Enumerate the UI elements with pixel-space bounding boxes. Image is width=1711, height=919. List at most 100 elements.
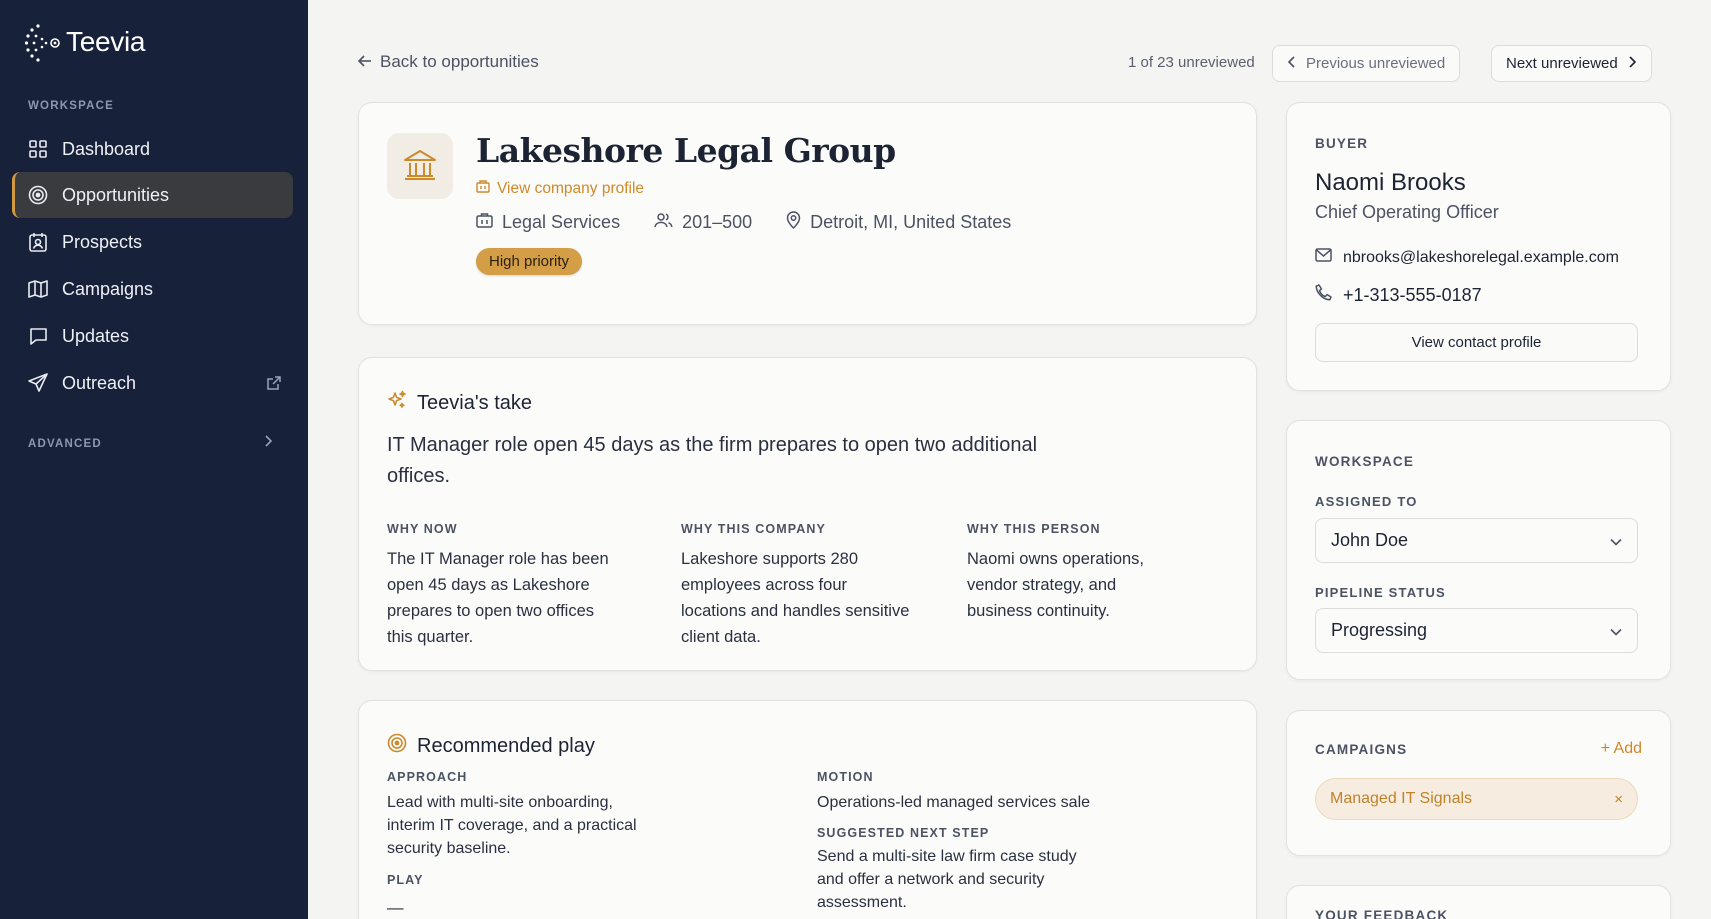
chevron-right-icon[interactable]: [263, 434, 273, 452]
why-this-person-label: WHY THIS PERSON: [967, 522, 1101, 536]
employees-value: 201–500: [682, 212, 753, 232]
sidebar-item-prospects[interactable]: Prospects: [12, 219, 293, 265]
building-icon: [476, 179, 490, 198]
campaigns-card: CAMPAIGNS + Add Managed IT Signals ×: [1286, 710, 1671, 856]
sidebar-item-dashboard[interactable]: Dashboard: [12, 126, 293, 172]
external-link-icon: [267, 374, 281, 395]
motion-text: Operations-led managed services sale: [817, 794, 1091, 811]
chevron-down-icon: [1610, 620, 1622, 641]
company-name: Lakeshore Legal Group: [476, 131, 896, 170]
main-content: Back to opportunities 1 of 23 unreviewed…: [308, 0, 1711, 919]
approach-text: Lead with multi-site onboarding, interim…: [387, 794, 637, 857]
take-header: Teevia's take: [387, 390, 532, 416]
next-label: Next unreviewed: [1506, 55, 1618, 72]
pipeline-status-value: Progressing: [1331, 620, 1428, 640]
play-label: PLAY: [387, 873, 424, 887]
unreviewed-counter: 1 of 23 unreviewed: [1128, 54, 1255, 71]
workspace-section-heading: WORKSPACE: [28, 100, 114, 112]
industry-value: Legal Services: [502, 212, 621, 232]
sidebar-item-label: Opportunities: [62, 184, 170, 205]
next-step-text: Send a multi-site law firm case study an…: [817, 848, 1077, 911]
take-summary: IT Manager role open 45 days as the firm…: [387, 434, 1038, 487]
sparkle-icon: [387, 390, 407, 416]
take-title: Teevia's take: [417, 391, 532, 414]
play-header: Recommended play: [387, 733, 595, 759]
play-title: Recommended play: [417, 734, 595, 757]
employee-count: 201–500: [654, 211, 752, 234]
approach-label: APPROACH: [387, 770, 468, 784]
back-label: Back to opportunities: [380, 52, 539, 71]
previous-label: Previous unreviewed: [1306, 55, 1446, 72]
next-unreviewed-button[interactable]: Next unreviewed: [1491, 45, 1652, 82]
location: Detroit, MI, United States: [786, 211, 1011, 234]
sidebar-item-opportunities[interactable]: Opportunities: [12, 172, 293, 218]
campaign-chip: Managed IT Signals ×: [1315, 778, 1638, 820]
pipeline-status-label: PIPELINE STATUS: [1315, 585, 1446, 600]
buyer-title: Chief Operating Officer: [1315, 202, 1499, 222]
phone-icon: [1315, 284, 1332, 306]
chevron-down-icon: [1610, 530, 1622, 551]
previous-unreviewed-button[interactable]: Previous unreviewed: [1272, 45, 1461, 82]
add-campaign-button[interactable]: + Add: [1601, 740, 1642, 758]
chevron-right-icon: [1628, 55, 1637, 72]
feedback-card: YOUR FEEDBACK: [1286, 885, 1671, 919]
why-this-person-text: Naomi owns operations, vendor strategy, …: [967, 550, 1145, 620]
advanced-section-heading: ADVANCED: [28, 438, 102, 450]
company-header-card: Lakeshore Legal Group View company profi…: [358, 102, 1257, 325]
workspace-heading: WORKSPACE: [1315, 454, 1415, 469]
buyer-card: BUYER Naomi Brooks Chief Operating Offic…: [1286, 102, 1671, 391]
send-icon: [28, 373, 48, 393]
buyer-phone[interactable]: +1-313-555-0187: [1315, 284, 1482, 306]
grid-icon: [28, 139, 48, 159]
motion-label: MOTION: [817, 770, 874, 784]
briefcase-icon: [476, 212, 493, 233]
assigned-to-value: John Doe: [1331, 530, 1409, 550]
buyer-name: Naomi Brooks: [1315, 169, 1466, 196]
campaigns-heading: CAMPAIGNS: [1315, 742, 1408, 757]
sidebar-item-outreach[interactable]: Outreach: [12, 360, 293, 406]
chevron-left-icon: [1287, 55, 1296, 72]
sidebar-item-label: Updates: [62, 325, 130, 346]
teevia-take-card: Teevia's take IT Manager role open 45 da…: [358, 357, 1257, 671]
remove-campaign-icon[interactable]: ×: [1614, 791, 1623, 808]
assigned-to-select[interactable]: John Doe: [1315, 518, 1638, 563]
company-logo: [387, 133, 453, 199]
map-icon: [28, 279, 48, 299]
sidebar-item-label: Outreach: [62, 372, 137, 393]
why-now-label: WHY NOW: [387, 522, 458, 536]
assigned-to-label: ASSIGNED TO: [1315, 494, 1418, 509]
phone-value: +1-313-555-0187: [1343, 284, 1482, 305]
sidebar: Teevia WORKSPACE Dashboard Opportunities…: [0, 0, 308, 919]
sidebar-item-label: Dashboard: [62, 138, 151, 159]
back-to-opportunities-link[interactable]: Back to opportunities: [357, 52, 539, 72]
buyer-email[interactable]: nbrooks@lakeshorelegal.example.com: [1315, 248, 1619, 267]
sidebar-item-campaigns[interactable]: Campaigns: [12, 266, 293, 312]
mail-icon: [1315, 248, 1332, 267]
sidebar-item-updates[interactable]: Updates: [12, 313, 293, 359]
users-icon: [654, 212, 673, 233]
arrow-left-icon: [357, 52, 372, 72]
profile-link-label: View company profile: [497, 179, 645, 197]
sidebar-item-label: Prospects: [62, 231, 143, 252]
bank-building-icon: [404, 150, 436, 180]
teevia-logo-icon: [24, 24, 60, 62]
target-icon: [28, 185, 48, 205]
campaign-chip-label: Managed IT Signals: [1330, 790, 1473, 807]
map-pin-icon: [786, 211, 801, 234]
pipeline-status-select[interactable]: Progressing: [1315, 608, 1638, 653]
contact-card-icon: [28, 232, 48, 252]
why-this-company-label: WHY THIS COMPANY: [681, 522, 826, 536]
priority-badge: High priority: [476, 248, 583, 275]
recommended-play-card: Recommended play APPROACH Lead with mult…: [358, 700, 1257, 919]
app-logo[interactable]: Teevia: [24, 22, 145, 62]
industry: Legal Services: [476, 211, 620, 234]
location-value: Detroit, MI, United States: [810, 212, 1012, 232]
buyer-heading: BUYER: [1315, 136, 1369, 151]
message-square-icon: [28, 326, 48, 346]
view-contact-profile-button[interactable]: View contact profile: [1315, 323, 1638, 362]
feedback-heading: YOUR FEEDBACK: [1315, 908, 1449, 919]
email-value: nbrooks@lakeshorelegal.example.com: [1343, 248, 1619, 266]
sidebar-item-label: Campaigns: [62, 278, 154, 299]
why-now-text: The IT Manager role has been open 45 day…: [387, 550, 609, 646]
view-company-profile-link[interactable]: View company profile: [476, 179, 644, 198]
